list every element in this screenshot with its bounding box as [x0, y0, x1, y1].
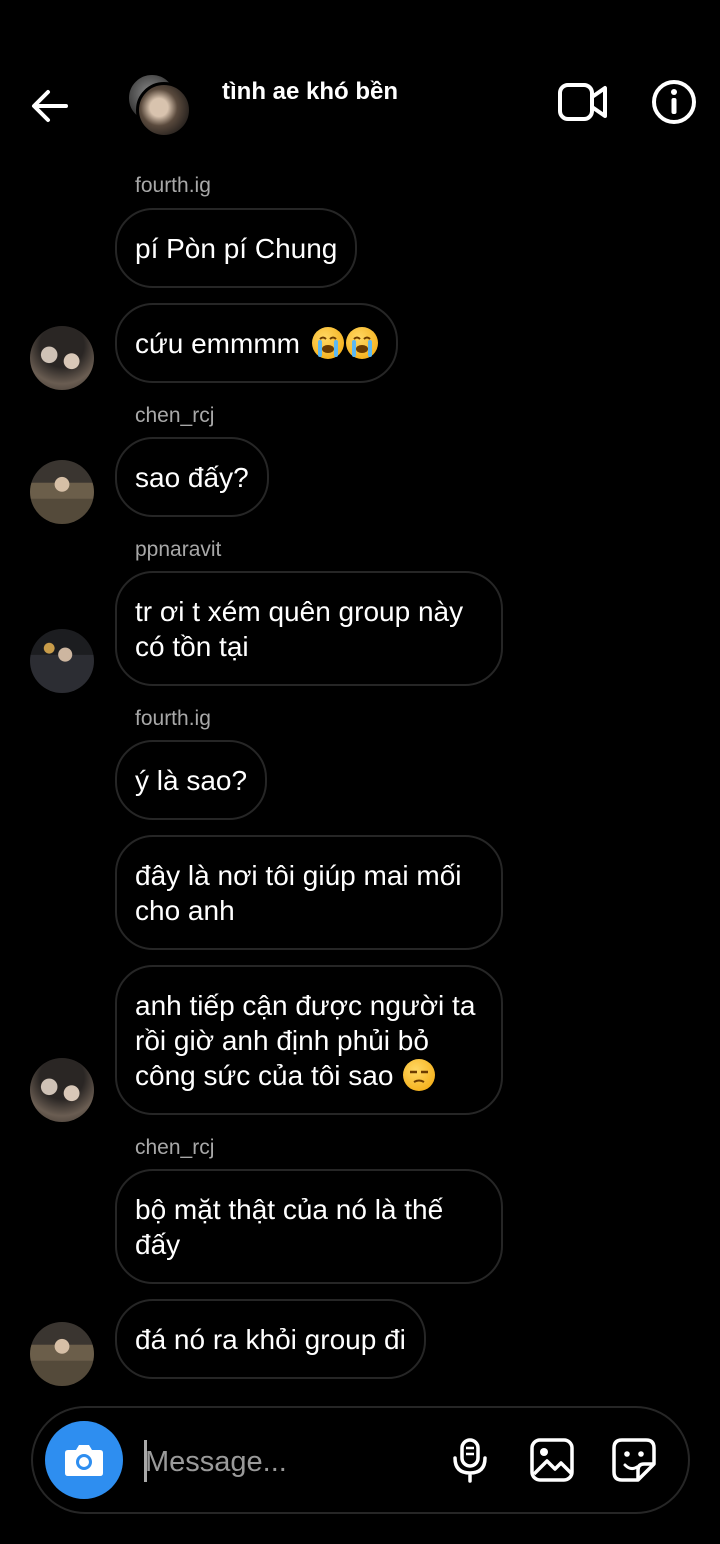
message-text: cứu emmmm [135, 327, 300, 359]
message-text: pí Pòn pí Chung [135, 232, 338, 264]
message-bubble[interactable]: tr ơi t xém quên group này có tồn tại [115, 571, 503, 686]
message-bubble[interactable]: pí Pòn pí Chung [115, 208, 358, 288]
message-bubble[interactable]: sao đấy? [115, 437, 269, 517]
video-camera-icon [558, 83, 607, 121]
sender-avatar[interactable] [30, 1058, 94, 1122]
message-bubble[interactable]: bộ mặt thật của nó là thế đấy [115, 1169, 503, 1284]
back-button[interactable] [26, 80, 74, 132]
sender-avatar[interactable] [30, 629, 94, 693]
sender-name: chen_rcj [135, 404, 215, 427]
sender-name: fourth.ig [135, 174, 211, 197]
camera-button[interactable] [45, 1421, 123, 1499]
message-text: tr ơi t xém quên group này có tồn tại [135, 595, 464, 662]
message-text: anh tiếp cận được người ta rồi giờ anh đ… [135, 988, 483, 1093]
message-text: đây là nơi tôi giúp mai mối cho anh [135, 859, 462, 926]
group-avatar-front[interactable] [136, 82, 192, 138]
loudly-crying-face-icon [311, 327, 344, 359]
message-bubble[interactable]: cứu emmmm [115, 303, 398, 383]
microphone-icon [453, 1438, 487, 1483]
message-text: ý là sao? [135, 764, 248, 796]
info-button[interactable] [650, 78, 698, 126]
loudly-crying-face-icon [345, 327, 378, 359]
arrow-left-icon [32, 90, 68, 122]
sender-avatar[interactable] [30, 326, 94, 390]
message-bubble[interactable]: đây là nơi tôi giúp mai mối cho anh [115, 835, 503, 950]
video-call-button[interactable] [556, 80, 610, 124]
message-bubble[interactable]: đá nó ra khỏi group đi [115, 1299, 426, 1379]
info-icon [652, 80, 696, 124]
message-bubble[interactable]: anh tiếp cận được người ta rồi giờ anh đ… [115, 965, 503, 1115]
sender-avatar[interactable] [30, 460, 94, 524]
image-gallery-icon [530, 1438, 574, 1482]
sticker-icon [612, 1438, 656, 1482]
sender-name: chen_rcj [135, 1136, 215, 1159]
chat-header: tình ae khó bền [0, 0, 720, 170]
sticker-button[interactable] [610, 1436, 658, 1484]
message-text: đá nó ra khỏi group đi [135, 1323, 406, 1355]
message-input[interactable] [145, 1436, 435, 1488]
gallery-button[interactable] [528, 1436, 576, 1484]
message-bubble[interactable]: ý là sao? [115, 740, 268, 820]
message-text: sao đấy? [135, 461, 249, 493]
chat-title[interactable]: tình ae khó bền [222, 78, 398, 106]
sender-avatar[interactable] [30, 1322, 94, 1386]
camera-icon [65, 1445, 103, 1476]
unamused-face-icon [403, 1058, 436, 1091]
sender-name: ppnaravit [135, 538, 222, 561]
voice-message-button[interactable] [446, 1436, 494, 1484]
sender-name: fourth.ig [135, 707, 211, 730]
message-text: bộ mặt thật của nó là thế đấy [135, 1193, 444, 1260]
